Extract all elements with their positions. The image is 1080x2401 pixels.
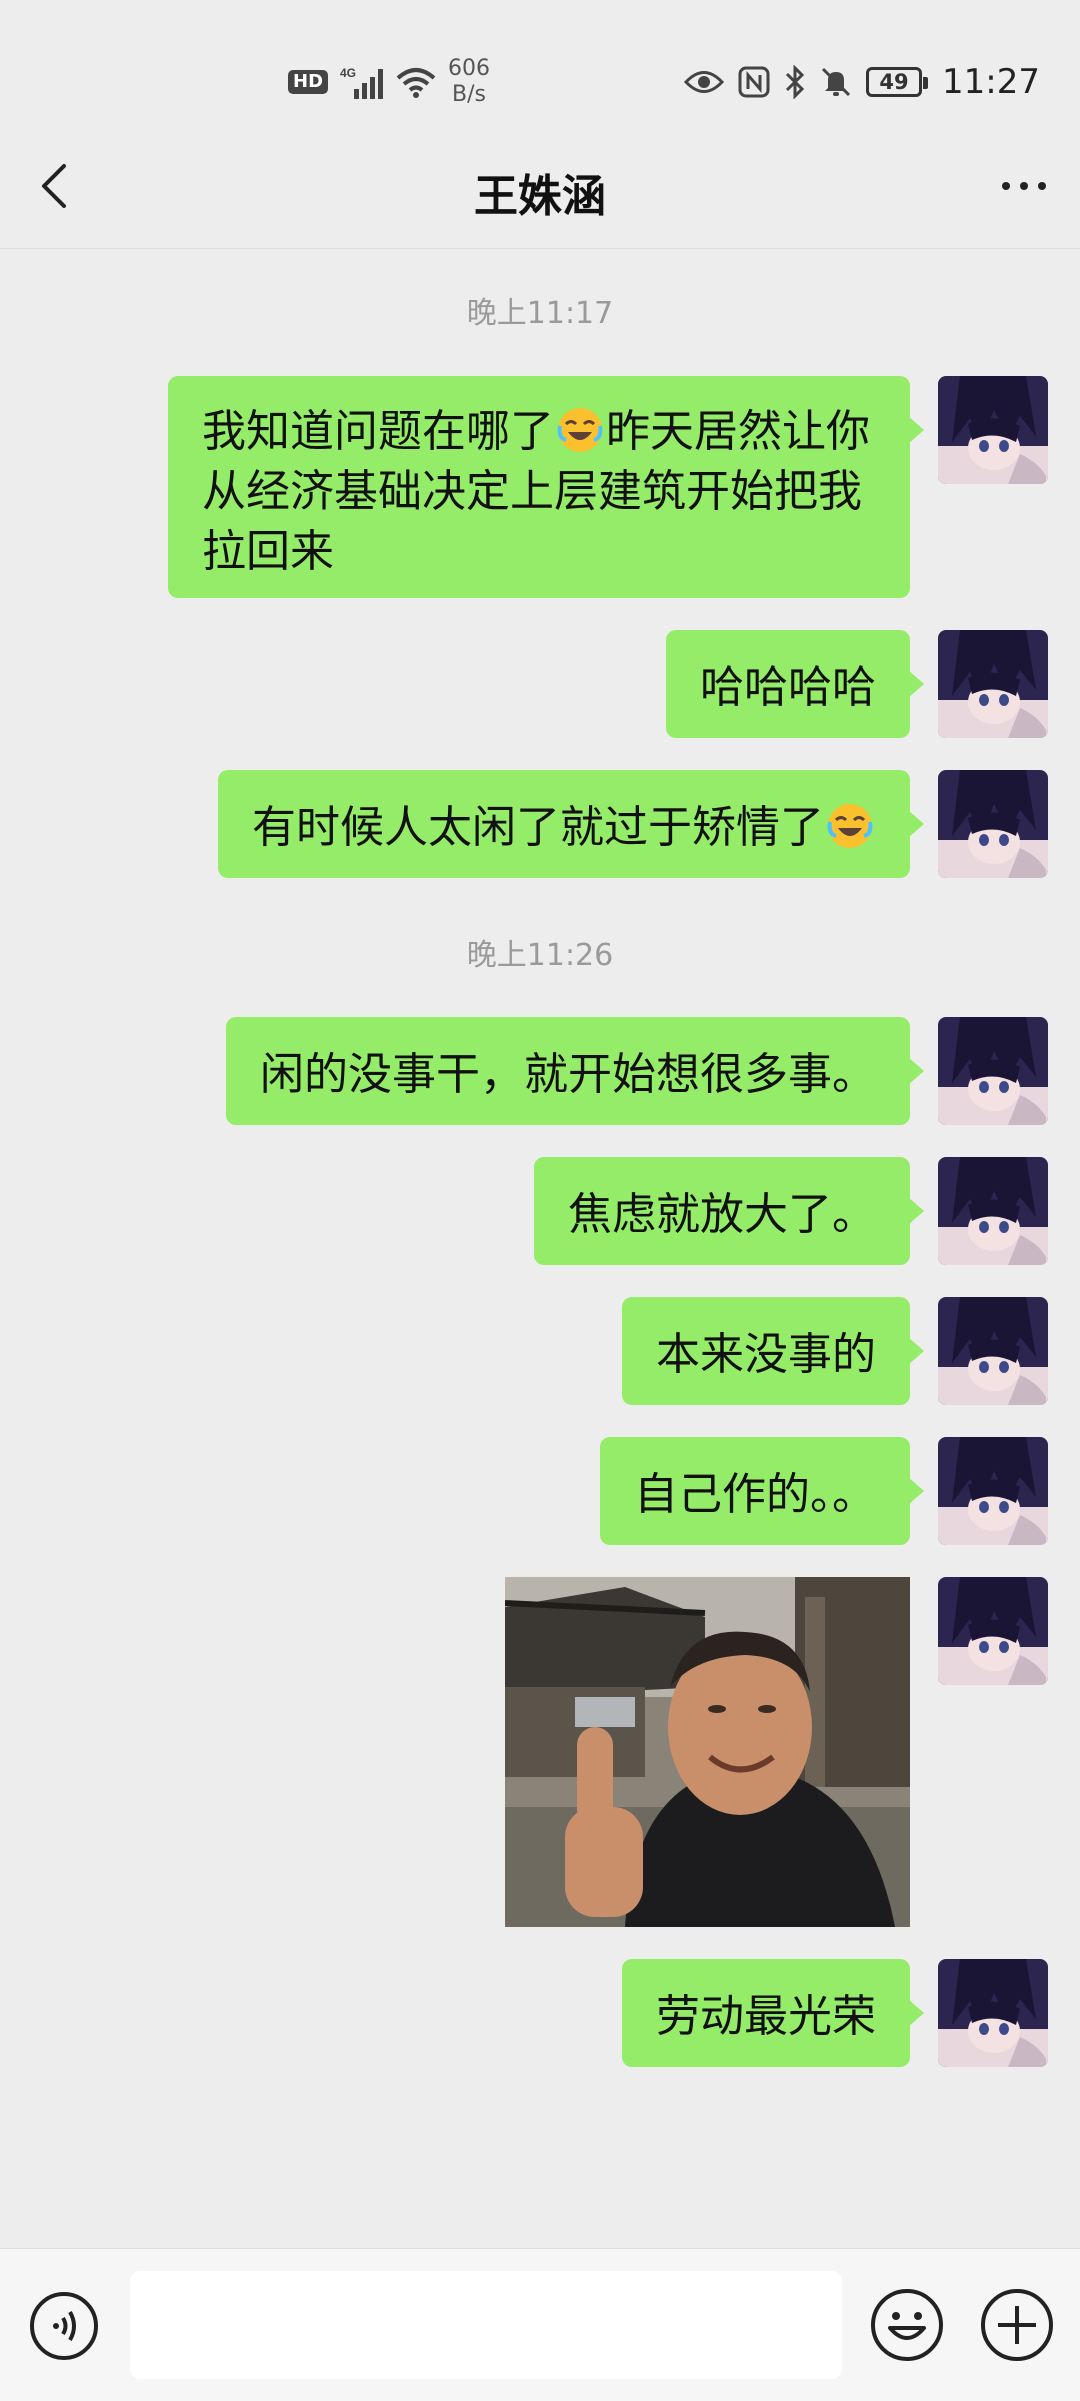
bluetooth-icon	[785, 65, 805, 99]
avatar[interactable]	[938, 1297, 1048, 1405]
message-text: 哈哈哈哈	[700, 662, 876, 713]
message-bubble[interactable]: 闲的没事干，就开始想很多事。	[226, 1017, 924, 1125]
message-text: 闲的没事干，就开始想很多事。	[260, 1049, 876, 1100]
more-dots-icon[interactable]	[994, 156, 1054, 216]
message-text: 自己作的。。	[634, 1469, 876, 1520]
avatar[interactable]	[938, 1157, 1048, 1265]
message-line: 从经济基础决定上层建筑开始把我	[202, 466, 862, 517]
eye-icon	[684, 71, 725, 93]
net-speed-unit: B/s	[452, 82, 486, 107]
battery-level: 49	[879, 70, 909, 94]
mute-bell-icon	[821, 67, 851, 97]
message-bubble[interactable]: 我知道问题在哪了 昨天居然让你 从经济基础决定上层建筑开始把我 拉回来	[168, 376, 924, 598]
battery-indicator: 49	[866, 67, 929, 97]
nfc-icon	[738, 66, 770, 98]
message-input[interactable]	[130, 2271, 842, 2379]
plus-icon[interactable]	[978, 2286, 1056, 2364]
avatar[interactable]	[938, 630, 1048, 738]
timestamp: 晚上11:17	[466, 296, 614, 331]
input-bar	[0, 2248, 1080, 2401]
message-bubble[interactable]: 本来没事的	[622, 1297, 924, 1405]
net-speed-value: 606	[448, 56, 491, 81]
message-text: 本来没事的	[656, 1329, 876, 1380]
message-text: 劳动最光荣	[656, 1991, 876, 2042]
network-type-label: 4G	[340, 66, 356, 80]
status-time: 11:27	[942, 62, 1040, 102]
message-bubble[interactable]: 劳动最光荣	[622, 1959, 924, 2067]
grinning-sweat-tears-emoji-icon	[556, 406, 604, 454]
message-bubble[interactable]: 焦虑就放大了。	[534, 1157, 924, 1265]
net-speed: 606 B/s	[448, 56, 490, 108]
wifi-icon	[396, 68, 436, 98]
avatar[interactable]	[938, 770, 1048, 878]
avatar[interactable]	[938, 1017, 1048, 1125]
message-bubble[interactable]: 自己作的。。	[600, 1437, 924, 1545]
status-right: 49 11:27	[684, 52, 1040, 112]
hd-badge: HD	[288, 70, 329, 94]
timestamp: 晚上11:26	[466, 938, 614, 973]
thumbs-up-man-photo[interactable]	[505, 1577, 910, 1927]
avatar[interactable]	[938, 1437, 1048, 1545]
message-text: 有时候人太闲了就过于矫情了	[252, 802, 824, 853]
message-bubble[interactable]: 哈哈哈哈	[666, 630, 924, 738]
cell-signal-icon: 4G	[340, 66, 384, 99]
chat-title: 王姝涵	[474, 171, 606, 222]
message-line: 拉回来	[202, 526, 334, 577]
chat-header: 王姝涵	[0, 130, 1080, 249]
message-bubble[interactable]: 有时候人太闲了就过于矫情了	[218, 770, 924, 878]
smiley-icon[interactable]	[868, 2286, 946, 2364]
status-left: HD 4G 606 B/s	[288, 52, 490, 112]
message-line: 我知道问题在哪了 昨天居然让你	[202, 406, 870, 457]
avatar[interactable]	[938, 1959, 1048, 2067]
voice-icon[interactable]	[28, 2290, 100, 2362]
status-bar: HD 4G 606 B/s 49 11:27	[0, 0, 1080, 150]
message-text: 焦虑就放大了。	[568, 1189, 876, 1240]
grinning-sweat-tears-emoji-icon	[826, 802, 874, 850]
avatar[interactable]	[938, 376, 1048, 484]
avatar[interactable]	[938, 1577, 1048, 1685]
